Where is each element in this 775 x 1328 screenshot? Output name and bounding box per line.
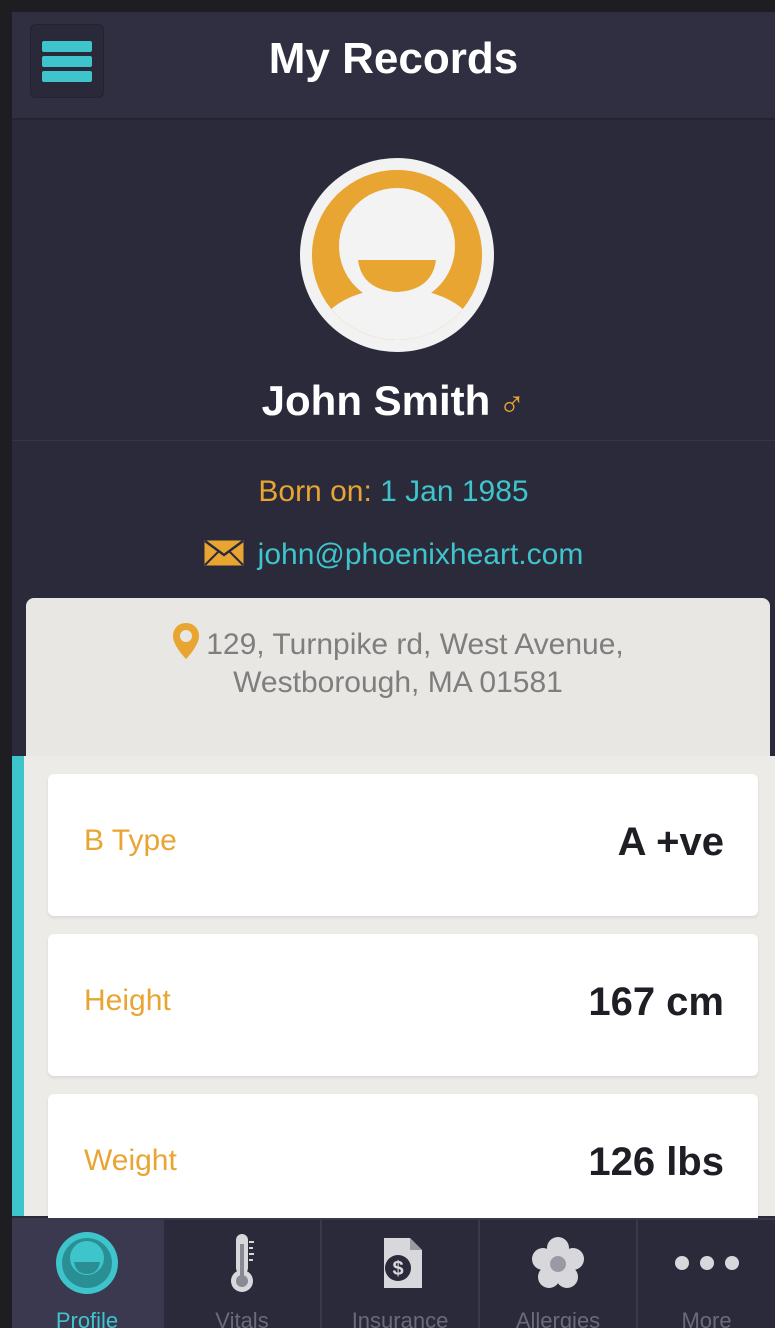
- svg-text:$: $: [392, 1258, 403, 1280]
- birth-date-value: 1 Jan 1985: [380, 475, 529, 508]
- address-card: 129, Turnpike rd, West Avenue, Westborou…: [26, 598, 770, 768]
- details-list: B Type A +ve Height 167 cm Weight 126 lb…: [24, 756, 775, 1236]
- blood-type-value: A +ve: [617, 820, 724, 864]
- weight-row[interactable]: Weight 126 lbs: [48, 1094, 758, 1236]
- blood-type-label: B Type: [84, 824, 177, 857]
- device-frame: My Records John Smith ♂ Born on: 1 Jan 19…: [0, 0, 775, 1328]
- insurance-document-icon: $: [322, 1230, 478, 1296]
- height-label: Height: [84, 984, 171, 1017]
- thermometer-icon: [164, 1230, 320, 1296]
- male-gender-icon: ♂: [498, 382, 526, 423]
- avatar-icon: [312, 170, 482, 340]
- weight-label: Weight: [84, 1144, 177, 1177]
- profile-name: John Smith: [261, 377, 491, 424]
- tab-more-label: More: [681, 1308, 732, 1328]
- height-row[interactable]: Height 167 cm: [48, 934, 758, 1076]
- app-header: My Records: [12, 12, 775, 120]
- tab-more[interactable]: More: [638, 1220, 775, 1328]
- page-title: My Records: [268, 34, 519, 83]
- profile-icon: [12, 1230, 162, 1296]
- address-line-1-text: 129, Turnpike rd, West Avenue,: [206, 628, 624, 661]
- height-value: 167 cm: [588, 980, 724, 1024]
- tab-profile[interactable]: Profile: [12, 1220, 164, 1328]
- tab-allergies-label: Allergies: [515, 1308, 601, 1328]
- tab-insurance-label: Insurance: [351, 1308, 449, 1328]
- email-row[interactable]: john@phoenixheart.com: [12, 538, 775, 574]
- details-panel: B Type A +ve Height 167 cm Weight 126 lb…: [12, 756, 775, 1236]
- tab-allergies[interactable]: Allergies: [480, 1220, 638, 1328]
- flower-icon: [480, 1230, 636, 1296]
- tab-profile-label: Profile: [55, 1308, 119, 1328]
- tab-vitals-label: Vitals: [215, 1308, 269, 1328]
- tab-insurance[interactable]: $ Insurance: [322, 1220, 480, 1328]
- weight-value: 126 lbs: [588, 1140, 724, 1184]
- app-screen: My Records John Smith ♂ Born on: 1 Jan 19…: [12, 12, 775, 1328]
- address-line-2: Westborough, MA 01581: [233, 666, 563, 699]
- tab-vitals[interactable]: Vitals: [164, 1220, 322, 1328]
- location-pin-icon: [172, 622, 200, 668]
- birth-date: Born on: 1 Jan 1985: [12, 475, 775, 509]
- envelope-icon: [203, 539, 244, 574]
- bottom-tab-bar: Profile Vitals $ Insurance Allergies Mor…: [12, 1218, 775, 1328]
- blood-type-row[interactable]: B Type A +ve: [48, 774, 758, 916]
- profile-name-row: John Smith ♂: [12, 377, 775, 425]
- address-line-1: 129, Turnpike rd, West Avenue,: [26, 622, 770, 668]
- avatar[interactable]: [300, 158, 494, 352]
- more-dots-icon: [638, 1230, 775, 1296]
- divider: [12, 440, 775, 441]
- birth-date-label: Born on:: [258, 475, 372, 508]
- email-link[interactable]: john@phoenixheart.com: [258, 538, 584, 571]
